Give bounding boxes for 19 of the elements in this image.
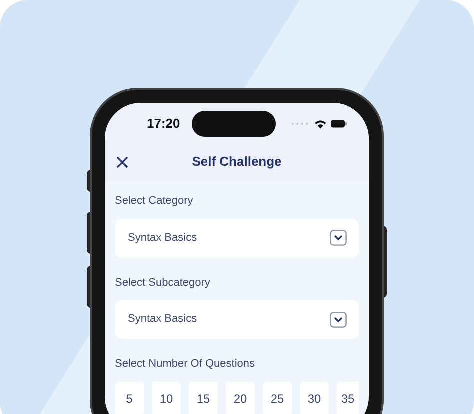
question-count-option[interactable]: 5 — [115, 382, 144, 414]
battery-icon — [331, 120, 347, 128]
chevron-down-icon — [330, 230, 347, 246]
field-label: Select Category — [115, 194, 194, 209]
question-count-option[interactable]: 35 — [337, 382, 359, 414]
field-label: Select Number Of Questions — [115, 357, 256, 372]
dropdown[interactable]: Syntax Basics — [115, 300, 359, 339]
dropdown[interactable]: Syntax Basics — [115, 218, 359, 258]
field-label: Select Subcategory — [115, 276, 212, 290]
close-icon[interactable] — [117, 157, 128, 168]
question-count-option[interactable]: 30 — [300, 382, 329, 414]
screen-title: Self Challenge — [192, 153, 282, 172]
question-count-option[interactable]: 25 — [263, 382, 292, 414]
question-count-option[interactable]: 15 — [189, 382, 218, 414]
question-count-option[interactable]: 20 — [226, 382, 255, 414]
signal-icon — [291, 122, 310, 126]
wifi-icon — [314, 120, 326, 128]
chevron-down-icon — [330, 312, 347, 328]
question-count-option[interactable]: 10 — [152, 382, 181, 414]
